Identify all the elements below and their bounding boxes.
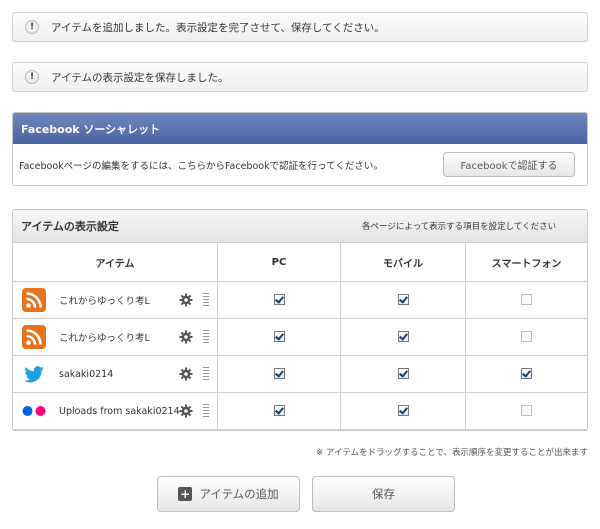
mobile-cell xyxy=(340,355,466,393)
pc-checkbox[interactable] xyxy=(273,405,285,417)
item-cell: sakaki0214 xyxy=(13,355,218,393)
column-header-mobile: モバイル xyxy=(340,243,466,282)
item-cell: これからゆっくり考L xyxy=(13,281,218,319)
twitter-icon xyxy=(21,361,47,387)
items-table: アイテム PC モバイル スマートフォン これからゆっくり考L これからゆっくり考… xyxy=(13,243,587,430)
mobile-cell xyxy=(340,392,466,430)
flickr-icon xyxy=(21,398,47,424)
items-panel-hint: 各ページによって表示する項目を設定してください xyxy=(362,222,557,232)
table-row[interactable]: これからゆっくり考L xyxy=(13,318,587,356)
gear-icon[interactable] xyxy=(179,367,193,381)
table-row[interactable]: sakaki0214 xyxy=(13,355,587,393)
facebook-panel-title: Facebook ソーシャレット xyxy=(13,113,587,144)
drag-handle-icon[interactable] xyxy=(203,403,209,418)
notice-text: アイテムの表示設定を保存しました。 xyxy=(51,71,229,84)
add-item-label: アイテムの追加 xyxy=(199,487,279,501)
mobile-cell xyxy=(340,318,466,356)
facebook-description: Facebookページの編集をするには、こちらからFacebookで認証を行って… xyxy=(19,161,383,172)
exclamation-icon: ! xyxy=(25,70,39,84)
item-name: Uploads from sakaki0214 xyxy=(59,405,180,417)
smartphone-cell xyxy=(465,355,587,393)
mobile-checkbox[interactable] xyxy=(397,331,409,343)
smartphone-cell xyxy=(465,281,587,319)
item-name: sakaki0214 xyxy=(59,368,114,380)
items-panel-title: アイテムの表示設定 xyxy=(21,220,119,233)
column-header-item: アイテム xyxy=(13,243,218,282)
pc-cell xyxy=(217,355,341,393)
item-display-settings-panel: アイテムの表示設定 各ページによって表示する項目を設定してください アイテム P… xyxy=(12,209,588,431)
drag-handle-icon[interactable] xyxy=(203,292,209,307)
drag-hint-footnote: ※ アイテムをドラッグすることで、表示順序を変更することが出来ます xyxy=(316,448,588,458)
rss-icon xyxy=(21,324,47,350)
item-name: これからゆっくり考L xyxy=(59,333,150,344)
table-row[interactable]: これからゆっくり考L xyxy=(13,281,587,319)
facebook-auth-button[interactable]: Facebookで認証する xyxy=(443,152,575,177)
exclamation-icon: ! xyxy=(25,20,39,34)
item-cell: これからゆっくり考L xyxy=(13,318,218,356)
column-header-smartphone: スマートフォン xyxy=(465,243,587,282)
smartphone-cell xyxy=(465,392,587,430)
pc-checkbox[interactable] xyxy=(273,331,285,343)
rss-icon xyxy=(21,287,47,313)
notice-text: アイテムを追加しました。表示設定を完了させて、保存してください。 xyxy=(51,21,385,34)
save-button[interactable]: 保存 xyxy=(312,476,455,512)
pc-checkbox[interactable] xyxy=(273,368,285,380)
plus-icon: + xyxy=(178,487,193,501)
smartphone-checkbox[interactable] xyxy=(521,331,532,343)
smartphone-cell xyxy=(465,318,587,356)
mobile-checkbox[interactable] xyxy=(397,405,409,417)
item-name: これからゆっくり考L xyxy=(59,296,150,307)
pc-checkbox[interactable] xyxy=(273,294,285,306)
gear-icon[interactable] xyxy=(179,404,193,418)
table-row[interactable]: Uploads from sakaki0214 xyxy=(13,392,587,430)
notice-settings-saved: ! アイテムの表示設定を保存しました。 xyxy=(12,62,588,92)
smartphone-checkbox[interactable] xyxy=(521,405,532,417)
pc-cell xyxy=(217,281,341,319)
mobile-cell xyxy=(340,281,466,319)
item-cell: Uploads from sakaki0214 xyxy=(13,392,218,430)
column-header-pc: PC xyxy=(217,243,341,282)
drag-handle-icon[interactable] xyxy=(203,329,209,344)
pc-cell xyxy=(217,318,341,356)
gear-icon[interactable] xyxy=(179,293,193,307)
mobile-checkbox[interactable] xyxy=(397,294,409,306)
drag-handle-icon[interactable] xyxy=(203,366,209,381)
notice-item-added: ! アイテムを追加しました。表示設定を完了させて、保存してください。 xyxy=(12,12,588,42)
add-item-button[interactable]: + アイテムの追加 xyxy=(157,476,300,512)
mobile-checkbox[interactable] xyxy=(397,368,409,380)
pc-cell xyxy=(217,392,341,430)
smartphone-checkbox[interactable] xyxy=(521,294,532,306)
facebook-socialet-panel: Facebook ソーシャレット Facebookページの編集をするには、こちら… xyxy=(12,112,588,186)
gear-icon[interactable] xyxy=(179,330,193,344)
smartphone-checkbox[interactable] xyxy=(521,368,532,380)
